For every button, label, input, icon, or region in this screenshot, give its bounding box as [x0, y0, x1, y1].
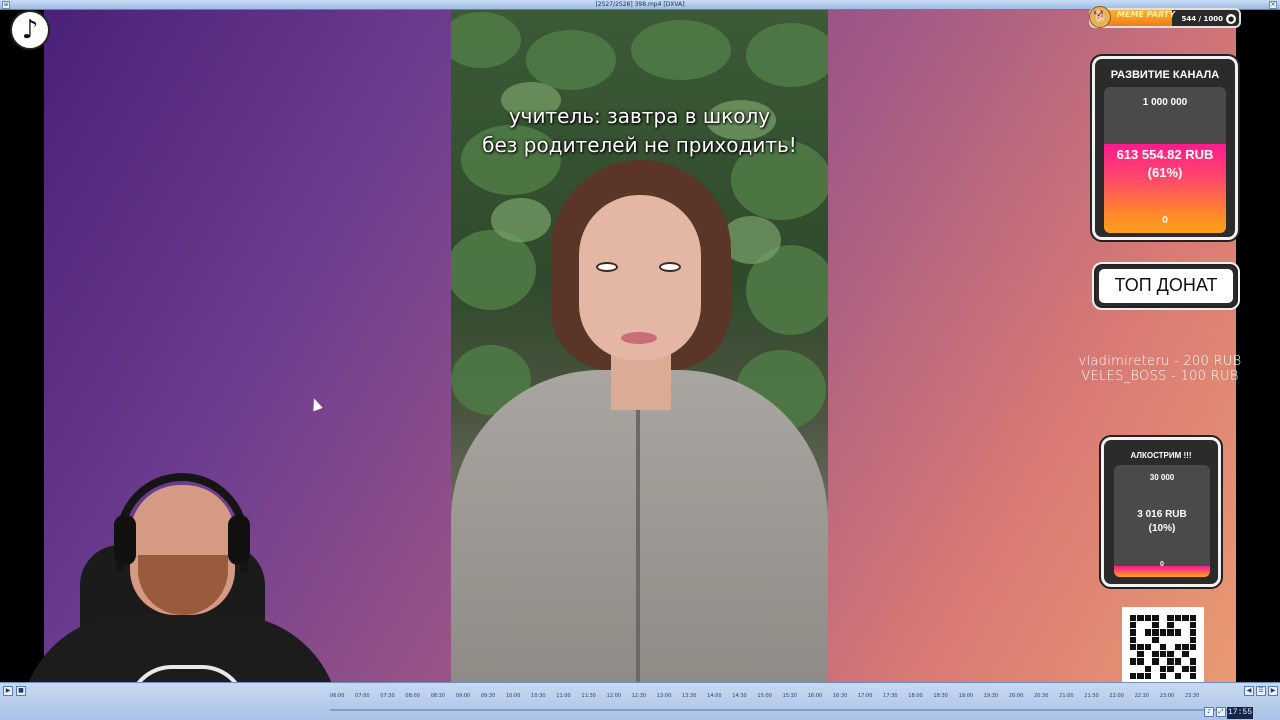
timeline-tick: 23:00 — [1159, 693, 1175, 699]
headphone-cup-right — [228, 515, 250, 565]
doge-icon: 🐕 — [1089, 6, 1111, 28]
stop-button[interactable]: ■ — [16, 686, 26, 696]
caption-line-2: без родителей не приходить! — [482, 133, 797, 157]
timeline-tick: 19:30 — [983, 693, 999, 699]
timeline-tick: 21:00 — [1059, 693, 1074, 699]
channel-goal-title: РАЗВИТИЕ КАНАЛА — [1110, 69, 1220, 81]
volume-icon[interactable]: ♪ — [1204, 707, 1214, 717]
donor-item: VELES_BOSS - 100 RUB — [1081, 369, 1239, 384]
donor-item: vladimireteru - 200 RUB — [1078, 354, 1242, 369]
window-title: [2527/2528] 398.mp4 [DXVA] — [595, 1, 685, 8]
screen: ≡ [2527/2528] 398.mp4 [DXVA] × ♪ учитель… — [0, 0, 1280, 720]
timeline-tick: 10:30 — [531, 693, 546, 699]
timeline-tick: 23:30 — [1184, 693, 1200, 699]
channel-goal-min: 0 — [1162, 215, 1168, 226]
qr-code-pattern — [1130, 615, 1196, 679]
timeline-tick: 07:00 — [355, 693, 370, 699]
fullscreen-icon[interactable]: ⤢ — [1216, 707, 1226, 717]
meme-party-title: MEME PARTY — [1117, 10, 1176, 19]
timeline-tick: 22:30 — [1134, 693, 1149, 699]
timeline-tick: 06:00 — [330, 693, 345, 699]
timeline-tick: 13:30 — [682, 693, 697, 699]
alco-goal-track: 30 000 3 016 RUB (10%) 0 — [1114, 465, 1210, 577]
timeline-tick: 07:30 — [380, 693, 395, 699]
timeline-tick: 17:30 — [883, 693, 898, 699]
timeline-tick: 17:00 — [858, 693, 873, 699]
timeline-tick: 14:30 — [732, 693, 747, 699]
timeline-tick: 11:00 — [556, 693, 571, 699]
prev-button[interactable]: ◀ — [1244, 686, 1254, 696]
title-bar: ≡ [2527/2528] 398.mp4 [DXVA] × — [0, 0, 1280, 10]
timeline-tick: 19:00 — [958, 693, 973, 699]
left-eye — [596, 262, 618, 272]
timeline-tick: 18:30 — [933, 693, 948, 699]
channel-goal-widget: РАЗВИТИЕ КАНАЛА 1 000 000 613 554.82 RUB… — [1090, 54, 1240, 242]
timeline-tick: 20:00 — [1008, 693, 1024, 699]
timeline-tick: 08:30 — [430, 693, 445, 699]
timeline-tick: 16:30 — [832, 693, 848, 699]
video-caption: учитель: завтра в школу без родителей не… — [451, 102, 828, 160]
alco-goal-max: 30 000 — [1149, 473, 1175, 482]
timeline-tick: 21:30 — [1084, 693, 1099, 699]
close-icon[interactable]: × — [1269, 1, 1277, 9]
timeline-tick: 15:30 — [782, 693, 797, 699]
playlist-button[interactable]: ☰ — [1256, 686, 1266, 696]
video-frame[interactable]: учитель: завтра в школу без родителей не… — [451, 10, 828, 682]
alco-goal-percent: (10%) — [1148, 523, 1176, 534]
coin-icon: ● — [1226, 14, 1236, 24]
time-display: 17:55 — [1227, 707, 1253, 719]
qr-code[interactable] — [1122, 607, 1204, 687]
timeline-tick: 18:00 — [908, 693, 923, 699]
top-donat-label: ТОП ДОНАТ — [1099, 269, 1233, 303]
alco-goal-current: 3 016 RUB — [1137, 509, 1187, 520]
caption-line-1: учитель: завтра в школу — [508, 104, 771, 128]
music-note-icon: ♪ — [10, 10, 50, 50]
meme-party-count: 544 / 1000 — [1181, 15, 1223, 23]
timeline-tick: 12:00 — [606, 693, 621, 699]
headphone-cup-left — [114, 515, 136, 565]
timeline-tick: 12:30 — [631, 693, 647, 699]
hoodie-zipper — [636, 410, 640, 682]
person-lips — [621, 332, 657, 344]
channel-goal-percent: (61%) — [1147, 165, 1183, 180]
timeline-tick: 08:00 — [405, 693, 420, 699]
play-button[interactable]: ▶ — [3, 686, 13, 696]
timeline-tick: 22:00 — [1109, 693, 1124, 699]
timeline-tick: 10:00 — [506, 693, 521, 699]
alco-goal-title: АЛКОСТРИМ !!! — [1130, 451, 1192, 460]
player-controls: ▶ ■ 06:00 07:00 07:30 08:00 08:30 09:00 09:30 1… — [0, 682, 1280, 720]
timeline-tick: 20:30 — [1034, 693, 1049, 699]
right-letterbox — [1236, 10, 1280, 682]
channel-goal-track: 1 000 000 613 554.82 RUB (61%) 0 — [1104, 87, 1226, 233]
next-button[interactable]: ▶ — [1268, 686, 1278, 696]
timeline-tick: 14:00 — [707, 693, 722, 699]
channel-goal-max: 1 000 000 — [1142, 97, 1188, 108]
meme-party-bar: 🐕 MEME PARTY 544 / 1000 ● — [1089, 6, 1241, 28]
timeline-tick: 16:00 — [807, 693, 823, 699]
timeline-tick: 15:00 — [757, 693, 772, 699]
timeline-tick: 09:30 — [480, 693, 496, 699]
timeline-tick: 11:30 — [581, 693, 596, 699]
channel-goal-current: 613 554.82 RUB — [1116, 147, 1214, 162]
timeline-ticks[interactable]: 06:00 07:00 07:30 08:00 08:30 09:00 09:30 10:00… — [330, 693, 1230, 707]
timeline-tick: 09:00 — [455, 693, 471, 699]
right-eye — [659, 262, 681, 272]
top-donat-widget: ТОП ДОНАТ — [1092, 262, 1240, 310]
alco-goal-widget: АЛКОСТРИМ !!! 30 000 3 016 RUB (10%) 0 — [1099, 435, 1223, 589]
top-donors-list: vladimireteru - 200 RUB VELES_BOSS - 100… — [1076, 354, 1244, 384]
timeline-tick: 13:00 — [656, 693, 672, 699]
seek-bar[interactable] — [330, 709, 1230, 711]
alco-goal-min: 0 — [1160, 561, 1164, 568]
